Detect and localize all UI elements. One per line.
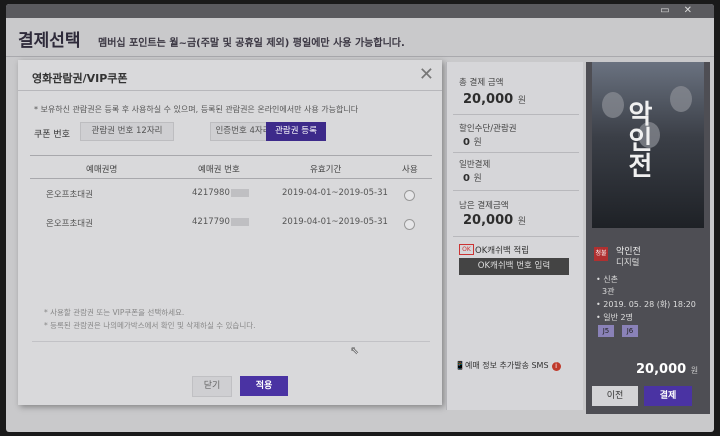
screen: ▭✕ 결제선택 멤버십 포인트는 월~금(주말 및 공휴일 제외) 평일에만 사… (6, 4, 714, 432)
age-rating-badge: 청불 (594, 247, 608, 261)
coupon-number-label: 쿠폰 번호 (34, 130, 70, 140)
info-icon[interactable]: i (551, 362, 561, 371)
modal-title: 영화관람권/VIP쿠폰 (32, 72, 128, 85)
page-subtitle: 멤버십 포인트는 월~금(주말 및 공휴일 제외) 평일에만 사용 가능합니다. (98, 38, 405, 49)
movie-format: 디지털 (616, 258, 640, 268)
use-radio[interactable] (404, 219, 415, 230)
movie-poster: 악인전 (592, 62, 704, 228)
seat-badge: J6 (622, 325, 638, 337)
register-ticket-button[interactable]: 관람권 등록 (266, 122, 326, 141)
remaining-label: 남은 결제금액 (459, 201, 509, 211)
general-payment-amount: 0 원 (463, 173, 482, 184)
pay-button[interactable]: 결제 (644, 386, 692, 406)
footnote: * 등록된 관람권은 나의메가박스에서 확인 및 삭제하실 수 있습니다. (44, 321, 256, 330)
total-label: 총 결제 금액 (459, 78, 504, 88)
divider (453, 236, 579, 237)
divider (6, 56, 714, 57)
theater: • 신촌 (596, 275, 618, 284)
ticket-name: 온오프초대권 (46, 190, 93, 200)
table-header-line (30, 178, 432, 179)
ticket-number: 4217980 (192, 188, 249, 198)
use-radio[interactable] (404, 190, 415, 201)
window-controls: ▭✕ (660, 5, 706, 16)
screen-number: 3관 (602, 287, 615, 296)
close-icon[interactable]: ✕ (419, 64, 434, 85)
divider (18, 90, 442, 91)
ok-cashbag-icon: OK (459, 244, 474, 255)
ticket-name: 온오프초대권 (46, 219, 93, 229)
table-top-line (30, 155, 432, 156)
remaining-amount: 20,000 원 (463, 213, 526, 228)
column-header: 예매권명 (86, 165, 118, 175)
close-button[interactable]: 닫기 (192, 376, 232, 397)
discount-amount: 0 원 (463, 137, 482, 148)
movie-price: 20,000 원 (636, 362, 699, 377)
movie-panel: 악인전 청불 악인전 디지털 • 신촌 3관 • 2019. 05. 28 (화… (586, 62, 710, 414)
column-header: 사용 (402, 165, 418, 175)
mouse-cursor-icon: ⇖ (350, 344, 360, 357)
total-amount: 20,000 원 (463, 92, 526, 107)
apply-button[interactable]: 적용 (240, 376, 288, 396)
payment-summary: 총 결제 금액 20,000 원 할인수단/관람권 0 원 일반결제 0 원 남… (446, 62, 583, 410)
page-title: 결제선택 (18, 31, 81, 51)
footnote: * 사용할 관람권 또는 VIP쿠폰을 선택하세요. (44, 308, 185, 317)
divider (453, 114, 579, 115)
ok-cashbag-button[interactable]: OK캐쉬백 번호 입력 (459, 258, 569, 275)
column-header: 유효기간 (310, 165, 342, 175)
divider (453, 152, 579, 153)
prev-button[interactable]: 이전 (592, 386, 638, 406)
column-header: 예매권 번호 (198, 165, 240, 175)
poster-title: 악인전 (623, 100, 653, 178)
sms-option[interactable]: 📱예매 정보 추가발송 SMS i (455, 360, 561, 371)
ticket-validity: 2019-04-01~2019-05-31 (282, 188, 388, 198)
modal-notice: * 보유하신 관람권은 등록 후 사용하실 수 있으며, 등록된 관람권은 온라… (34, 105, 359, 114)
divider (32, 341, 430, 342)
seat-badge: J5 (598, 325, 614, 337)
show-datetime: • 2019. 05. 28 (화) 18:20 (596, 300, 696, 309)
coupon-modal: 영화관람권/VIP쿠폰 ✕ * 보유하신 관람권은 등록 후 사용하실 수 있으… (18, 60, 442, 405)
audience-count: • 일반 2명 (596, 313, 633, 322)
ticket-validity: 2019-04-01~2019-05-31 (282, 217, 388, 227)
poster-figure (670, 86, 692, 112)
divider (453, 190, 579, 191)
general-payment-label: 일반결제 (459, 160, 491, 170)
discount-label: 할인수단/관람권 (459, 124, 517, 134)
ok-cashbag-label: OK캐쉬백 적립 (475, 246, 530, 256)
ticket-number-input[interactable]: 관람권 번호 12자리 (80, 122, 174, 141)
top-bar: ▭✕ (6, 4, 714, 18)
ticket-number: 4217790 (192, 217, 249, 227)
